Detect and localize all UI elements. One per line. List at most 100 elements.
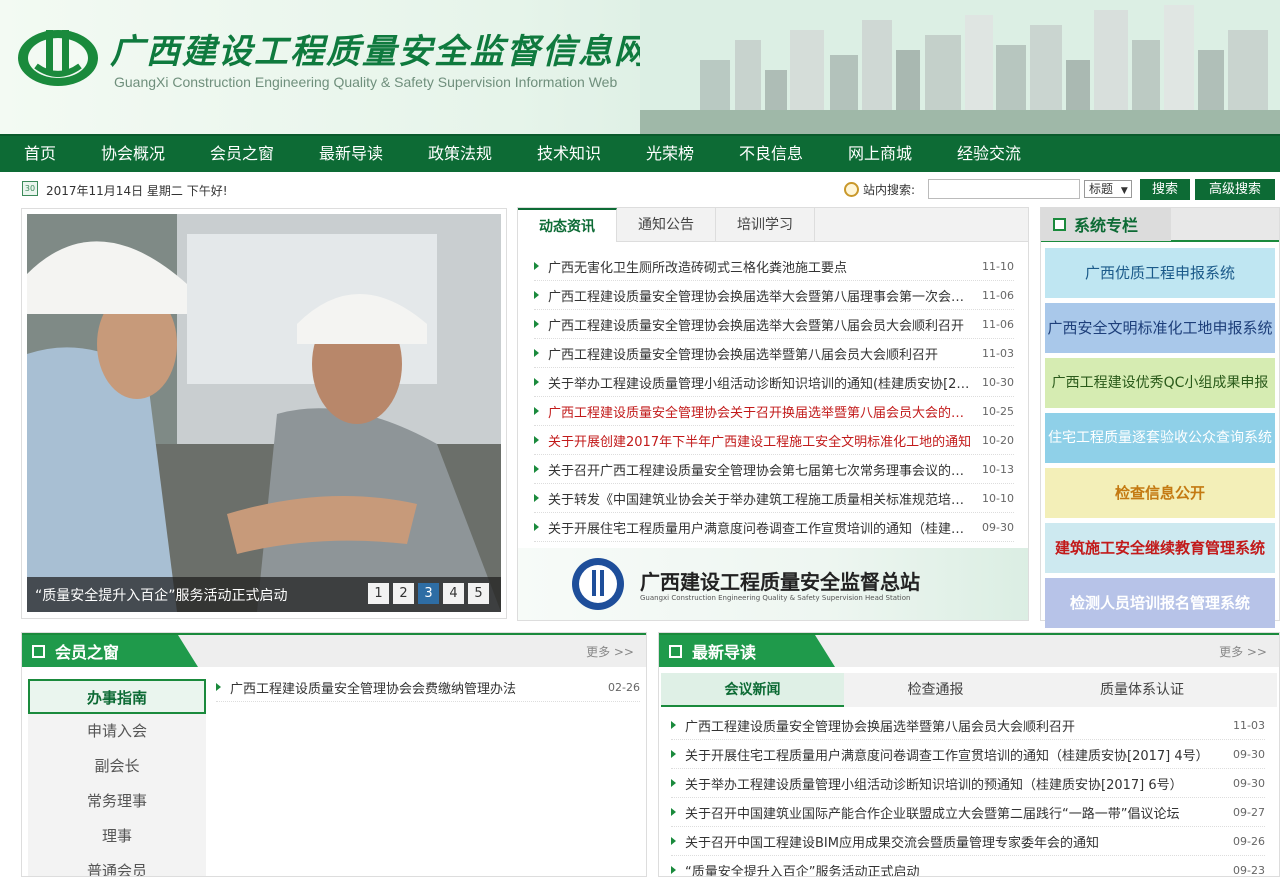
- slider-page-1[interactable]: 1: [368, 583, 389, 604]
- list-item-title[interactable]: 关于开展住宅工程质量用户满意度问卷调查工作宣贯培训的通知（桂建质安协: [548, 518, 974, 537]
- list-item[interactable]: 关于开展住宅工程质量用户满意度问卷调查工作宣贯培训的通知（桂建质安协 09-30: [534, 513, 1014, 542]
- guide-panel-header: 最新导读 更多 >>: [659, 633, 1279, 667]
- list-item-title[interactable]: 关于开展住宅工程质量用户满意度问卷调查工作宣贯培训的通知（桂建质安协[2017]…: [685, 745, 1225, 764]
- nav-latest[interactable]: 最新导读: [319, 135, 428, 173]
- list-item[interactable]: 广西无害化卫生厕所改造砖砌式三格化粪池施工要点 11-10: [534, 252, 1014, 281]
- list-item[interactable]: 广西工程建设质量安全管理协会会费缴纳管理办法 02-26: [216, 673, 640, 702]
- bullet-arrow-icon: [534, 262, 539, 270]
- system-button-1[interactable]: 广西优质工程申报系统: [1045, 248, 1275, 298]
- member-menu-standing-director[interactable]: 常务理事: [28, 784, 206, 819]
- system-button-7[interactable]: 检测人员培训报名管理系统: [1045, 578, 1275, 628]
- tab-inspection[interactable]: 检查通报: [844, 673, 1027, 707]
- list-item[interactable]: 关于召开中国工程建设BIM应用成果交流会暨质量管理专家委年会的通知 09-26: [671, 827, 1265, 856]
- list-item-title[interactable]: 关于开展创建2017年下半年广西建设工程施工安全文明标准化工地的通知: [548, 431, 974, 450]
- tab-quality-cert[interactable]: 质量体系认证: [1027, 673, 1257, 707]
- list-item-date: 09-23: [1233, 863, 1265, 877]
- guide-tabs: 会议新闻 检查通报 质量体系认证: [661, 673, 1277, 707]
- guide-more-link[interactable]: 更多 >>: [1219, 643, 1267, 660]
- bullet-arrow-icon: [216, 683, 221, 691]
- list-item-title[interactable]: 关于召开广西工程建设质量安全管理协会第七届第七次常务理事会议的通知: [548, 460, 974, 479]
- workers-photo-image: [27, 214, 501, 612]
- nav-bad-info[interactable]: 不良信息: [739, 135, 848, 173]
- current-date: 2017年11月14日 星期二 下午好!: [46, 184, 228, 198]
- list-item-title[interactable]: 广西工程建设质量安全管理协会会费缴纳管理办法: [230, 678, 600, 697]
- edit-icon: [32, 644, 45, 658]
- list-item[interactable]: 广西工程建设质量安全管理协会关于召开换届选举暨第八届会员大会的通知 10-25: [534, 397, 1014, 426]
- list-item[interactable]: 关于转发《中国建筑业协会关于举办建筑工程施工质量相关标准规范培训的通知》 10-1…: [534, 484, 1014, 513]
- system-button-2[interactable]: 广西安全文明标准化工地申报系统: [1045, 303, 1275, 353]
- slider-page-4[interactable]: 4: [443, 583, 464, 604]
- member-menu-guide[interactable]: 办事指南: [28, 679, 206, 714]
- list-item-title[interactable]: 关于举办工程建设质量管理小组活动诊断知识培训的通知(桂建质安协[2017]: [548, 373, 974, 392]
- list-item-title[interactable]: 关于召开中国工程建设BIM应用成果交流会暨质量管理专家委年会的通知: [685, 832, 1225, 851]
- guide-panel: 最新导读 更多 >> 会议新闻 检查通报 质量体系认证 广西工程建设质量安全管理…: [658, 632, 1280, 877]
- nav-policy[interactable]: 政策法规: [428, 135, 537, 173]
- slider-caption[interactable]: “质量安全提升入百企”服务活动正式启动: [35, 585, 288, 605]
- nav-home[interactable]: 首页: [24, 135, 101, 173]
- bullet-arrow-icon: [534, 291, 539, 299]
- nav-about[interactable]: 协会概况: [101, 135, 210, 173]
- slider-page-3[interactable]: 3: [418, 583, 439, 604]
- system-button-3[interactable]: 广西工程建设优秀QC小组成果申报系统: [1045, 358, 1275, 441]
- list-item[interactable]: 关于举办工程建设质量管理小组活动诊断知识培训的预通知（桂建质安协[2017] 6…: [671, 769, 1265, 798]
- list-item-title[interactable]: 关于转发《中国建筑业协会关于举办建筑工程施工质量相关标准规范培训的通知》: [548, 489, 974, 508]
- nav-experience[interactable]: 经验交流: [957, 135, 1037, 173]
- advanced-search-button[interactable]: 高级搜索: [1195, 179, 1275, 200]
- slider-page-5[interactable]: 5: [468, 583, 489, 604]
- nav-members[interactable]: 会员之窗: [210, 135, 319, 173]
- search-button[interactable]: 搜索: [1140, 179, 1190, 200]
- nav-honor[interactable]: 光荣榜: [646, 135, 739, 173]
- bullet-arrow-icon: [534, 320, 539, 328]
- nav-tech[interactable]: 技术知识: [537, 135, 646, 173]
- list-item[interactable]: 广西工程建设质量安全管理协会换届选举大会暨第八届理事会第一次会议召开 11-06: [534, 281, 1014, 310]
- list-item-title[interactable]: 关于举办工程建设质量管理小组活动诊断知识培训的预通知（桂建质安协[2017] 6…: [685, 774, 1225, 793]
- list-item[interactable]: 关于召开中国建筑业国际产能合作企业联盟成立大会暨第二届践行“一路一带”倡议论坛 0…: [671, 798, 1265, 827]
- member-menu-vice-president[interactable]: 副会长: [28, 749, 206, 784]
- station-banner[interactable]: 广西建设工程质量安全监督总站 Guangxi Construction Engi…: [518, 548, 1028, 620]
- member-news-list: 广西工程建设质量安全管理协会会费缴纳管理办法 02-26: [216, 673, 640, 702]
- list-item-date: 10-13: [982, 462, 1014, 476]
- list-item[interactable]: 广西工程建设质量安全管理协会换届选举暨第八届会员大会顺利召开 11-03: [534, 339, 1014, 368]
- bullet-arrow-icon: [534, 378, 539, 386]
- system-button-4[interactable]: 住宅工程质量逐套验收公众查询系统: [1045, 413, 1275, 463]
- list-item-title[interactable]: 广西工程建设质量安全管理协会换届选举暨第八届会员大会顺利召开: [548, 344, 974, 363]
- list-item[interactable]: “质量安全提升入百企”服务活动正式启动 09-23: [671, 856, 1265, 877]
- list-item-title[interactable]: 关于召开中国建筑业国际产能合作企业联盟成立大会暨第二届践行“一路一带”倡议论坛: [685, 803, 1225, 822]
- member-menu-director[interactable]: 理事: [28, 819, 206, 854]
- list-item-title[interactable]: 广西工程建设质量安全管理协会换届选举暨第八届会员大会顺利召开: [685, 716, 1225, 735]
- tab-training[interactable]: 培训学习: [716, 208, 815, 242]
- bullet-arrow-icon: [534, 465, 539, 473]
- list-item-title[interactable]: 广西工程建设质量安全管理协会关于召开换届选举暨第八届会员大会的通知: [548, 402, 974, 421]
- list-item-title[interactable]: 广西无害化卫生厕所改造砖砌式三格化粪池施工要点: [548, 257, 974, 276]
- member-menu-ordinary[interactable]: 普通会员: [28, 854, 206, 876]
- slider-photo[interactable]: “质量安全提升入百企”服务活动正式启动 1 2 3 4 5: [27, 214, 501, 612]
- nav-shop[interactable]: 网上商城: [848, 135, 957, 173]
- list-item-title[interactable]: 广西工程建设质量安全管理协会换届选举大会暨第八届会员大会顺利召开: [548, 315, 974, 334]
- system-button-5[interactable]: 检查信息公开: [1045, 468, 1275, 518]
- guide-panel-title: 最新导读: [692, 643, 757, 662]
- tab-news[interactable]: 动态资讯: [518, 208, 617, 242]
- list-item[interactable]: 关于开展创建2017年下半年广西建设工程施工安全文明标准化工地的通知 10-20: [534, 426, 1014, 455]
- list-item-title[interactable]: “质量安全提升入百企”服务活动正式启动: [685, 861, 1225, 877]
- list-item[interactable]: 关于举办工程建设质量管理小组活动诊断知识培训的通知(桂建质安协[2017] 10-…: [534, 368, 1014, 397]
- member-menu-apply[interactable]: 申请入会: [28, 714, 206, 749]
- bullet-arrow-icon: [671, 837, 676, 845]
- news-tabs: 动态资讯 通知公告 培训学习: [518, 208, 1028, 242]
- list-item[interactable]: 广西工程建设质量安全管理协会换届选举大会暨第八届会员大会顺利召开 11-06: [534, 310, 1014, 339]
- list-item-date: 09-27: [1233, 805, 1265, 819]
- tab-notices[interactable]: 通知公告: [617, 208, 716, 242]
- slider-caption-bar: “质量安全提升入百企”服务活动正式启动 1 2 3 4 5: [27, 577, 501, 612]
- slider-page-2[interactable]: 2: [393, 583, 414, 604]
- member-more-link[interactable]: 更多 >>: [586, 643, 634, 660]
- search-field-select[interactable]: 标题 ▼: [1084, 180, 1132, 198]
- list-item[interactable]: 广西工程建设质量安全管理协会换届选举暨第八届会员大会顺利召开 11-03: [671, 711, 1265, 740]
- list-item-title[interactable]: 广西工程建设质量安全管理协会换届选举大会暨第八届理事会第一次会议召开: [548, 286, 974, 305]
- site-logo-icon[interactable]: [16, 22, 100, 88]
- list-item-date: 10-20: [982, 433, 1014, 447]
- site-subtitle: GuangXi Construction Engineering Quality…: [114, 74, 618, 90]
- system-button-6[interactable]: 建筑施工安全继续教育管理系统: [1045, 523, 1275, 573]
- list-item[interactable]: 关于开展住宅工程质量用户满意度问卷调查工作宣贯培训的通知（桂建质安协[2017]…: [671, 740, 1265, 769]
- tab-meeting-news[interactable]: 会议新闻: [661, 673, 844, 707]
- list-item[interactable]: 关于召开广西工程建设质量安全管理协会第七届第七次常务理事会议的通知 10-13: [534, 455, 1014, 484]
- search-input[interactable]: [928, 179, 1080, 199]
